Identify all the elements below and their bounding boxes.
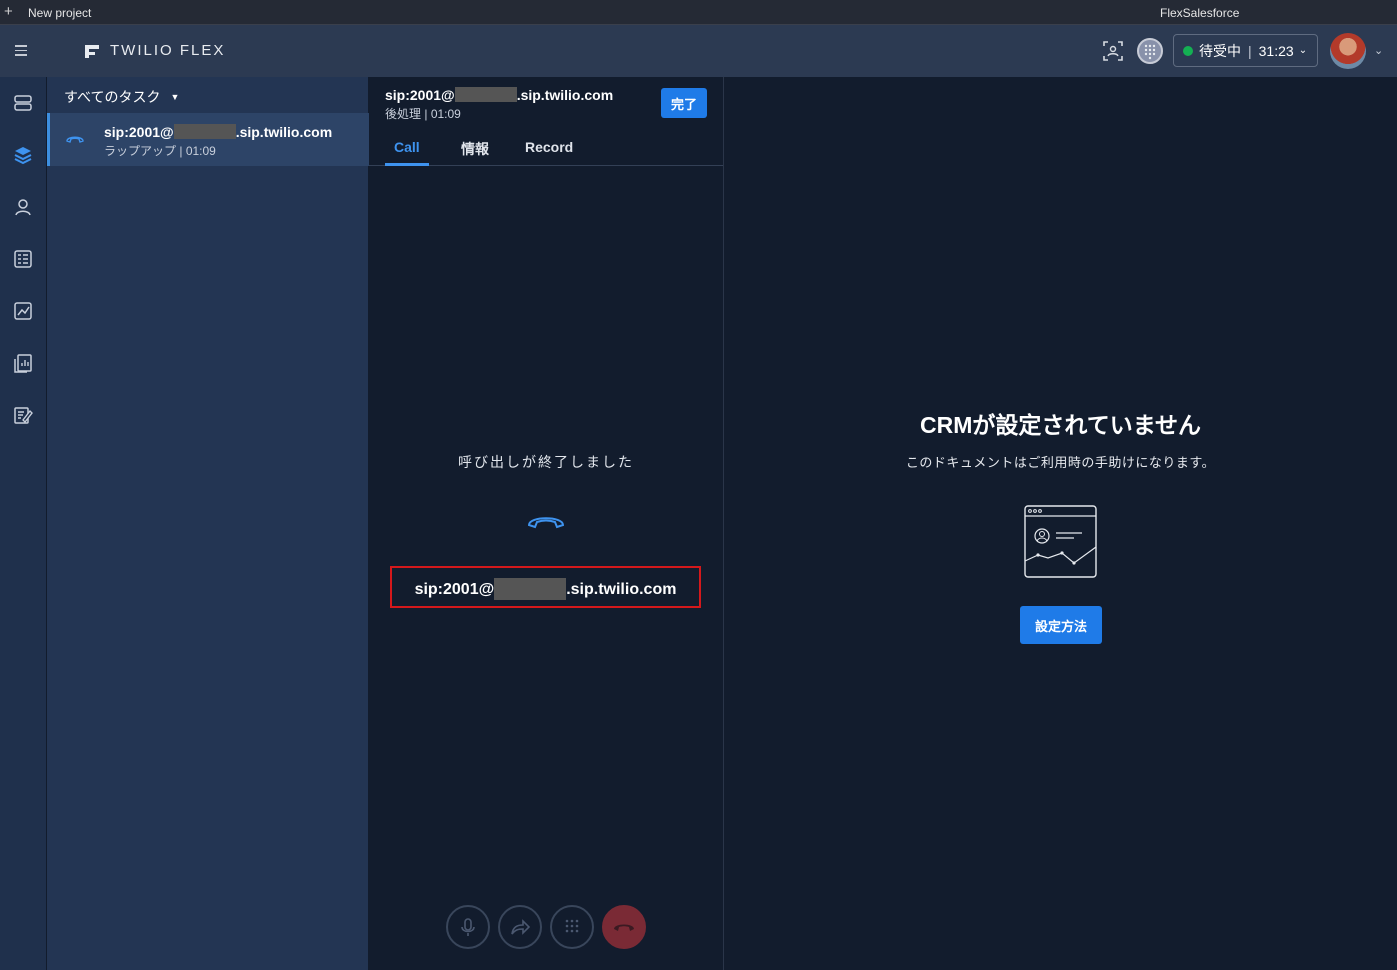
layers-icon[interactable] bbox=[13, 145, 33, 165]
activity-status-dropdown[interactable]: 待受中 | 31:23 ⌄ bbox=[1173, 34, 1318, 67]
hangup-phone-icon bbox=[614, 924, 634, 931]
plus-icon[interactable]: + bbox=[4, 3, 13, 20]
twilio-flex-logo-icon bbox=[85, 44, 99, 58]
hangup-phone-icon bbox=[527, 517, 565, 529]
task-card[interactable]: sip:2001@ .sip.twilio.com ラップアップ | 01:09 bbox=[47, 113, 369, 166]
call-title: sip:2001@ .sip.twilio.com bbox=[385, 87, 614, 103]
forward-arrow-icon bbox=[511, 919, 530, 935]
status-dot bbox=[1183, 45, 1193, 56]
status-label: 待受中 bbox=[1199, 42, 1241, 59]
top-bar: TWILIO FLEX 待受中 | 31:23 ⌄ ⌄ bbox=[0, 25, 1397, 77]
brand-name: TWILIO FLEX bbox=[110, 42, 226, 59]
dialpad-icon bbox=[565, 919, 579, 933]
edit-icon[interactable] bbox=[13, 405, 33, 425]
crm-title: CRMが設定されていません bbox=[920, 412, 1201, 438]
agents-icon[interactable] bbox=[13, 93, 33, 113]
avatar[interactable] bbox=[1330, 33, 1366, 69]
mute-button[interactable] bbox=[446, 905, 490, 949]
chevron-down-icon: ⌄ bbox=[1298, 45, 1308, 56]
hangup-phone-icon bbox=[66, 136, 84, 143]
crm-panel: CRMが設定されていません このドキュメントはご利用時の手助けになります。 設定… bbox=[724, 77, 1397, 970]
side-navigation bbox=[0, 77, 47, 970]
new-project-label[interactable]: New project bbox=[28, 6, 91, 20]
active-tab-indicator bbox=[385, 163, 429, 166]
task-tabs: Call 情報 Record bbox=[369, 133, 723, 166]
task-filter-dropdown[interactable]: すべてのタスク ▼ bbox=[64, 87, 179, 107]
teams-icon[interactable] bbox=[13, 249, 33, 269]
call-subtitle: 後処理 | 01:09 bbox=[385, 107, 461, 121]
status-time: 31:23 bbox=[1258, 42, 1294, 59]
dialpad-icon[interactable] bbox=[1137, 38, 1163, 64]
transfer-button[interactable] bbox=[498, 905, 542, 949]
chevron-down-icon[interactable]: ⌄ bbox=[1374, 44, 1383, 57]
task-subtitle: ラップアップ | 01:09 bbox=[104, 144, 216, 158]
brand-logo: TWILIO FLEX bbox=[84, 42, 225, 59]
status-separator: | bbox=[1248, 42, 1252, 59]
crm-document-illustration-icon bbox=[1024, 505, 1097, 578]
caret-down-icon: ▼ bbox=[170, 92, 180, 102]
microphone-icon bbox=[461, 918, 475, 936]
dialpad-button[interactable] bbox=[550, 905, 594, 949]
hangup-button[interactable] bbox=[602, 905, 646, 949]
task-title: sip:2001@ .sip.twilio.com bbox=[104, 124, 333, 140]
task-list-panel: すべてのタスク ▼ sip:2001@ .sip.twilio.com ラップアップ… bbox=[47, 77, 369, 970]
analytics-icon[interactable] bbox=[13, 301, 33, 321]
window-titlebar: + New project FlexSalesforce bbox=[0, 0, 1397, 25]
call-ended-text: 呼び出しが終了しました bbox=[458, 454, 634, 470]
screen-capture-icon[interactable] bbox=[1103, 41, 1123, 61]
hamburger-menu-icon[interactable] bbox=[15, 45, 27, 59]
tab-info[interactable]: 情報 bbox=[461, 139, 489, 159]
caller-sip-address: sip:2001@ .sip.twilio.com bbox=[390, 566, 701, 608]
redacted-mask bbox=[454, 87, 517, 102]
contact-icon[interactable] bbox=[13, 197, 33, 217]
complete-button[interactable]: 完了 bbox=[661, 88, 707, 118]
setup-guide-button[interactable]: 設定方法 bbox=[1020, 606, 1102, 644]
crm-subtitle: このドキュメントはご利用時の手助けになります。 bbox=[905, 455, 1216, 470]
task-filter-label: すべてのタスク bbox=[64, 89, 161, 105]
reports-icon[interactable] bbox=[13, 353, 33, 373]
redacted-mask bbox=[173, 124, 236, 139]
redacted-mask bbox=[494, 578, 567, 600]
tab-record[interactable]: Record bbox=[525, 139, 573, 155]
tab-call[interactable]: Call bbox=[394, 139, 420, 155]
app-name: FlexSalesforce bbox=[1160, 6, 1240, 20]
task-detail-panel: sip:2001@ .sip.twilio.com 後処理 | 01:09 完了 … bbox=[369, 77, 724, 970]
